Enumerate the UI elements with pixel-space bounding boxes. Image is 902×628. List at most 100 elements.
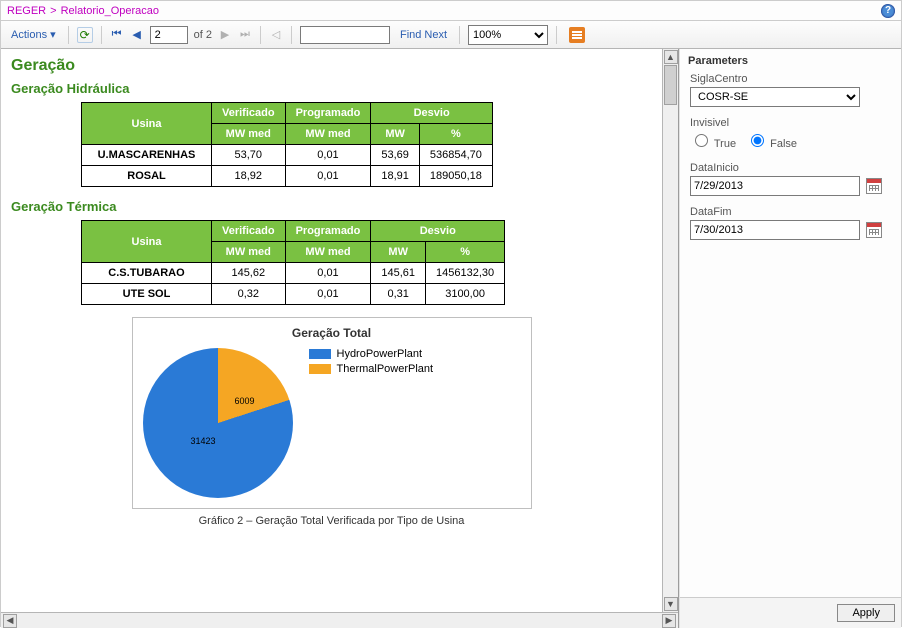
- chart-total: Geração Total 6009 31423 HydroPowerPlant: [132, 317, 532, 509]
- radio-false-label: False: [770, 138, 797, 150]
- cell-prog: 0,01: [285, 284, 371, 305]
- scroll-down-icon[interactable]: ▼: [664, 597, 678, 611]
- table-row: U.MASCARENHAS 53,70 0,01 53,69 536854,70: [82, 145, 493, 166]
- cell-ver: 53,70: [212, 145, 286, 166]
- legend-swatch-orange: [309, 364, 331, 374]
- back-icon[interactable]: ◁: [269, 25, 283, 45]
- legend-label: HydroPowerPlant: [337, 348, 423, 360]
- scroll-left-icon[interactable]: ◀: [3, 614, 17, 628]
- col-ver-unit: MW med: [212, 124, 286, 145]
- cell-name: U.MASCARENHAS: [82, 145, 212, 166]
- zoom-select[interactable]: 100%: [468, 25, 548, 45]
- scroll-thumb[interactable]: [664, 65, 677, 105]
- col-usina: Usina: [82, 221, 212, 263]
- report-scroll[interactable]: Geração Geração Hidráulica Usina Verific…: [1, 49, 662, 612]
- cell-dpct: 536854,70: [419, 145, 492, 166]
- cell-dpct: 1456132,30: [426, 263, 505, 284]
- actions-label: Actions: [11, 29, 47, 41]
- legend-swatch-blue: [309, 349, 331, 359]
- datainicio-input[interactable]: [690, 176, 860, 196]
- scroll-right-icon[interactable]: ▶: [662, 614, 676, 628]
- col-dmw-unit: MW: [371, 124, 420, 145]
- param-label: Invisivel: [690, 117, 891, 129]
- cell-dmw: 53,69: [371, 145, 420, 166]
- find-input[interactable]: [300, 26, 390, 44]
- col-dmw-unit: MW: [371, 242, 426, 263]
- cell-ver: 18,92: [212, 166, 286, 187]
- cell-dmw: 18,91: [371, 166, 420, 187]
- first-page-icon[interactable]: ⏮: [110, 25, 124, 45]
- radio-true-label: True: [714, 138, 736, 150]
- param-label: DataFim: [690, 206, 891, 218]
- export-icon: [569, 27, 585, 43]
- horizontal-scrollbar[interactable]: ◀ ▶: [1, 612, 678, 628]
- page-input[interactable]: [150, 26, 188, 44]
- radio-false[interactable]: False: [746, 131, 797, 150]
- legend-label: ThermalPowerPlant: [337, 363, 434, 375]
- breadcrumb: REGER > Relatorio_Operacao ?: [1, 1, 901, 21]
- thermal-title: Geração Térmica: [11, 199, 652, 214]
- last-page-icon[interactable]: ⏭: [238, 25, 252, 45]
- col-verificado: Verificado: [212, 103, 286, 124]
- cell-dmw: 145,61: [371, 263, 426, 284]
- param-datainicio: DataInicio: [690, 162, 891, 196]
- report-toolbar: Actions ▾ ⟳ ⏮ ◀ of 2 ▶ ⏭ ◁ Find Next 100…: [1, 21, 901, 49]
- radio-true[interactable]: True: [690, 131, 736, 150]
- pie-label-small: 6009: [235, 396, 255, 406]
- next-page-icon[interactable]: ▶: [218, 25, 232, 45]
- table-row: UTE SOL 0,32 0,01 0,31 3100,00: [82, 284, 505, 305]
- toolbar-sep: [68, 26, 69, 44]
- col-desvio: Desvio: [371, 103, 493, 124]
- parameters-panel: Parameters SiglaCentro COSR-SE Invisivel…: [679, 49, 901, 628]
- breadcrumb-root[interactable]: REGER: [7, 1, 46, 21]
- breadcrumb-sep: >: [50, 1, 56, 21]
- toolbar-sep: [260, 26, 261, 44]
- param-datafim: DataFim: [690, 206, 891, 240]
- pie-chart: 6009 31423: [143, 348, 293, 498]
- toolbar-sep: [459, 26, 460, 44]
- chevron-down-icon: ▾: [50, 28, 56, 41]
- legend-item: HydroPowerPlant: [309, 348, 434, 360]
- col-desvio: Desvio: [371, 221, 505, 242]
- col-dpct-unit: %: [426, 242, 505, 263]
- toolbar-sep: [556, 26, 557, 44]
- report-title: Geração: [11, 57, 652, 75]
- col-verificado: Verificado: [212, 221, 286, 242]
- datafim-input[interactable]: [690, 220, 860, 240]
- apply-button[interactable]: Apply: [837, 604, 895, 622]
- vertical-scrollbar[interactable]: ▲ ▼: [662, 49, 678, 612]
- help-icon[interactable]: ?: [881, 4, 895, 18]
- col-prog-unit: MW med: [285, 242, 371, 263]
- parameters-footer: Apply: [680, 597, 901, 628]
- toolbar-sep: [291, 26, 292, 44]
- hydro-title: Geração Hidráulica: [11, 81, 652, 96]
- scroll-up-icon[interactable]: ▲: [664, 50, 678, 64]
- find-next-button[interactable]: Find Next: [396, 25, 451, 45]
- siglacentro-select[interactable]: COSR-SE: [690, 87, 860, 107]
- param-siglacentro: SiglaCentro COSR-SE: [690, 73, 891, 107]
- chart-title: Geração Total: [143, 326, 521, 340]
- cell-dmw: 0,31: [371, 284, 426, 305]
- param-label: SiglaCentro: [690, 73, 891, 85]
- col-programado: Programado: [285, 103, 371, 124]
- cell-dpct: 3100,00: [426, 284, 505, 305]
- thermal-table: Usina Verificado Programado Desvio MW me…: [81, 220, 505, 305]
- legend-item: ThermalPowerPlant: [309, 363, 434, 375]
- page-of-label: of 2: [194, 29, 212, 41]
- radio-true-input[interactable]: [695, 134, 708, 147]
- export-button[interactable]: [565, 25, 589, 45]
- table-row: ROSAL 18,92 0,01 18,91 189050,18: [82, 166, 493, 187]
- col-prog-unit: MW med: [285, 124, 371, 145]
- actions-menu[interactable]: Actions ▾: [7, 25, 60, 45]
- parameters-title: Parameters: [680, 49, 901, 69]
- breadcrumb-current[interactable]: Relatorio_Operacao: [61, 1, 159, 21]
- calendar-icon[interactable]: [866, 222, 882, 238]
- radio-false-input[interactable]: [751, 134, 764, 147]
- calendar-icon[interactable]: [866, 178, 882, 194]
- cell-prog: 0,01: [285, 263, 371, 284]
- cell-ver: 0,32: [212, 284, 286, 305]
- prev-page-icon[interactable]: ◀: [130, 25, 144, 45]
- cell-name: C.S.TUBARAO: [82, 263, 212, 284]
- refresh-icon[interactable]: ⟳: [77, 27, 93, 43]
- cell-name: ROSAL: [82, 166, 212, 187]
